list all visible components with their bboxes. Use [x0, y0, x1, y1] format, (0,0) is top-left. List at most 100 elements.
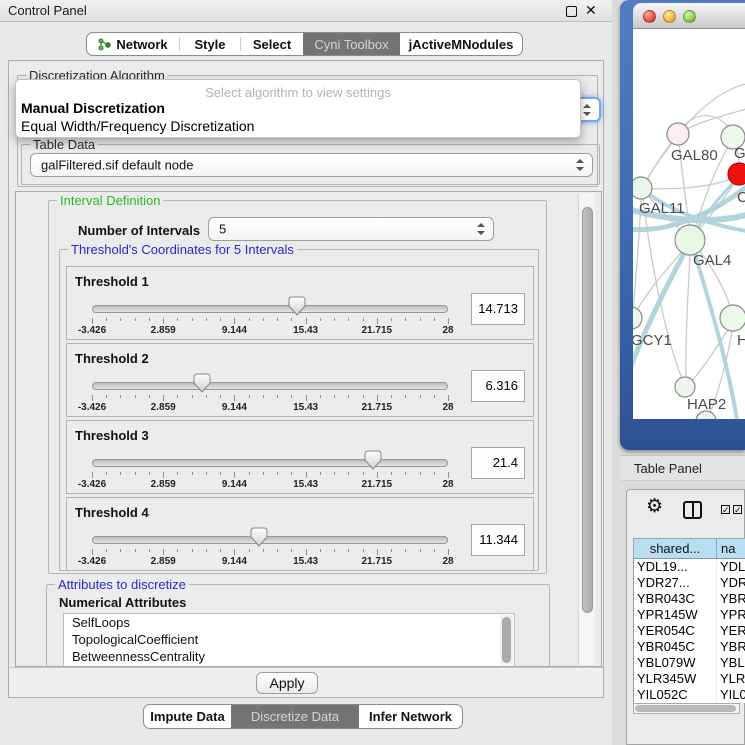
- cell-shared-name[interactable]: YLR345W: [634, 671, 717, 687]
- threshold-value-field[interactable]: 6.316: [471, 370, 525, 402]
- table-data-select[interactable]: galFiltered.sif default node: [30, 153, 593, 177]
- table-row[interactable]: YBR045CYBR0: [634, 639, 745, 655]
- slider-thumb[interactable]: [288, 296, 306, 316]
- threshold-slider[interactable]: [92, 536, 448, 544]
- tab-jactivemnodules[interactable]: jActiveMNodules: [400, 33, 522, 55]
- network-canvas[interactable]: GAL80 GA C GAL11 GAL4 GCY1 H HAP2: [633, 29, 745, 419]
- close-traffic-light-icon[interactable]: [643, 10, 656, 23]
- slider-tick: [405, 395, 406, 398]
- node-hap2[interactable]: [675, 377, 695, 397]
- table-row[interactable]: YER054CYER0: [634, 623, 745, 639]
- slider-thumb[interactable]: [364, 450, 382, 470]
- slider-tick-label: 15.43: [293, 402, 318, 413]
- cell-shared-name[interactable]: YBR043C: [634, 591, 717, 607]
- scrollbar-thumb[interactable]: [582, 207, 593, 613]
- scrollbar-thumb[interactable]: [635, 705, 736, 712]
- zoom-traffic-light-icon[interactable]: [683, 10, 696, 23]
- slider-tick: [120, 395, 121, 398]
- slider-tick: [192, 318, 193, 321]
- float-window-icon[interactable]: [566, 6, 577, 17]
- slider-tick: [263, 549, 264, 552]
- cell-shared-name[interactable]: YIL052C: [634, 687, 717, 703]
- cell-shared-name[interactable]: YDR27...: [634, 575, 717, 591]
- cell-shared-name[interactable]: YDL19...: [634, 559, 717, 575]
- slider-thumb[interactable]: [250, 527, 268, 547]
- threshold-slider[interactable]: [92, 382, 448, 390]
- table-horizontal-scrollbar[interactable]: [633, 703, 740, 714]
- cell-name[interactable]: YBR0: [717, 591, 745, 607]
- column-layout-icon[interactable]: [683, 501, 702, 519]
- slider-tick: [391, 395, 392, 398]
- node-highlighted-red[interactable]: [728, 163, 745, 185]
- threshold-slider[interactable]: [92, 305, 448, 313]
- table-row[interactable]: YDL19...YDL1: [634, 559, 745, 575]
- panel-vertical-scrollbar[interactable]: [578, 193, 595, 665]
- scrollbar-thumb[interactable]: [502, 617, 511, 663]
- attribute-item[interactable]: BetweennessCentrality: [64, 648, 514, 665]
- cell-shared-name[interactable]: YER054C: [634, 623, 717, 639]
- threshold-value-field[interactable]: 21.4: [471, 447, 525, 479]
- tab-discretize-data[interactable]: Discretize Data: [231, 705, 359, 728]
- table-row[interactable]: YDR27...YDR2: [634, 575, 745, 591]
- column-header-shared-name[interactable]: shared...: [634, 539, 717, 558]
- cell-name[interactable]: YLR3: [717, 671, 745, 687]
- apply-button[interactable]: Apply: [256, 672, 318, 694]
- cell-name[interactable]: YBL0: [717, 655, 745, 671]
- slider-tick-label: 15.43: [293, 325, 318, 336]
- slider-ticks: [92, 395, 448, 401]
- slider-tick-label: 28: [442, 556, 453, 567]
- tab-infer-network[interactable]: Infer Network: [359, 705, 462, 728]
- slider-thumb[interactable]: [193, 373, 211, 393]
- slider-tick-label: 9.144: [222, 402, 247, 413]
- slider-tick: [448, 549, 449, 555]
- slider-tick: [334, 472, 335, 475]
- table-row[interactable]: YIL052CYIL0: [634, 687, 745, 703]
- cell-name[interactable]: YBR0: [717, 639, 745, 655]
- column-header-name[interactable]: na: [717, 539, 745, 558]
- table-row[interactable]: YLR345WYLR3: [634, 671, 745, 687]
- table-row[interactable]: YBR043CYBR0: [634, 591, 745, 607]
- table-row[interactable]: YBL079WYBL0: [634, 655, 745, 671]
- tab-select[interactable]: Select: [241, 33, 303, 55]
- attributes-scrollbar[interactable]: [500, 615, 513, 665]
- table-row[interactable]: YPR145WYPR1: [634, 607, 745, 623]
- cell-name[interactable]: YPR1: [717, 607, 745, 623]
- table-settings-gear-icon[interactable]: ⚙: [646, 497, 663, 516]
- dropdown-placeholder-item[interactable]: Select algorithm to view settings: [16, 80, 580, 99]
- node-gcy1[interactable]: [633, 307, 642, 329]
- slider-tick: [249, 549, 250, 552]
- node-label: GAL80: [671, 147, 718, 164]
- slider-tick-label: 15.43: [293, 556, 318, 567]
- attribute-item[interactable]: SelfLoops: [64, 614, 514, 631]
- slider-tick: [377, 472, 378, 478]
- tab-style[interactable]: Style: [180, 33, 240, 55]
- select-columns-icons[interactable]: ✓ ✓: [721, 505, 743, 515]
- table-rows: YDL19...YDL1YDR27...YDR2YBR043CYBR0YPR14…: [633, 559, 745, 703]
- cell-shared-name[interactable]: YPR145W: [634, 607, 717, 623]
- cell-name[interactable]: YDL1: [717, 559, 745, 575]
- dropdown-option-equal-width[interactable]: Equal Width/Frequency Discretization: [16, 117, 580, 135]
- cell-shared-name[interactable]: YBR045C: [634, 639, 717, 655]
- cell-name[interactable]: YIL0: [717, 687, 745, 703]
- threshold-slider[interactable]: [92, 459, 448, 467]
- tab-cyni-toolbox[interactable]: Cyni Toolbox: [303, 33, 400, 55]
- dropdown-option-manual[interactable]: Manual Discretization: [16, 99, 580, 117]
- node-gal4[interactable]: [675, 225, 705, 255]
- minimize-traffic-light-icon[interactable]: [663, 10, 676, 23]
- tab-impute-data[interactable]: Impute Data: [144, 705, 231, 728]
- threshold-value-field[interactable]: 14.713: [471, 293, 525, 325]
- attribute-item[interactable]: TopologicalCoefficient: [64, 631, 514, 648]
- node-gal11[interactable]: [633, 177, 652, 199]
- num-intervals-select[interactable]: 5: [208, 217, 494, 241]
- cell-shared-name[interactable]: YBL079W: [634, 655, 717, 671]
- cell-name[interactable]: YDR2: [717, 575, 745, 591]
- slider-tick: [405, 549, 406, 552]
- tab-network[interactable]: Network: [87, 33, 179, 55]
- group-title: Interval Definition: [57, 193, 163, 208]
- close-window-icon[interactable]: ✕: [585, 2, 597, 19]
- network-window-titlebar[interactable]: [633, 3, 745, 29]
- node-pink[interactable]: [667, 123, 689, 145]
- cell-name[interactable]: YER0: [717, 623, 745, 639]
- node-right[interactable]: [720, 305, 745, 331]
- threshold-value-field[interactable]: 11.344: [471, 524, 525, 556]
